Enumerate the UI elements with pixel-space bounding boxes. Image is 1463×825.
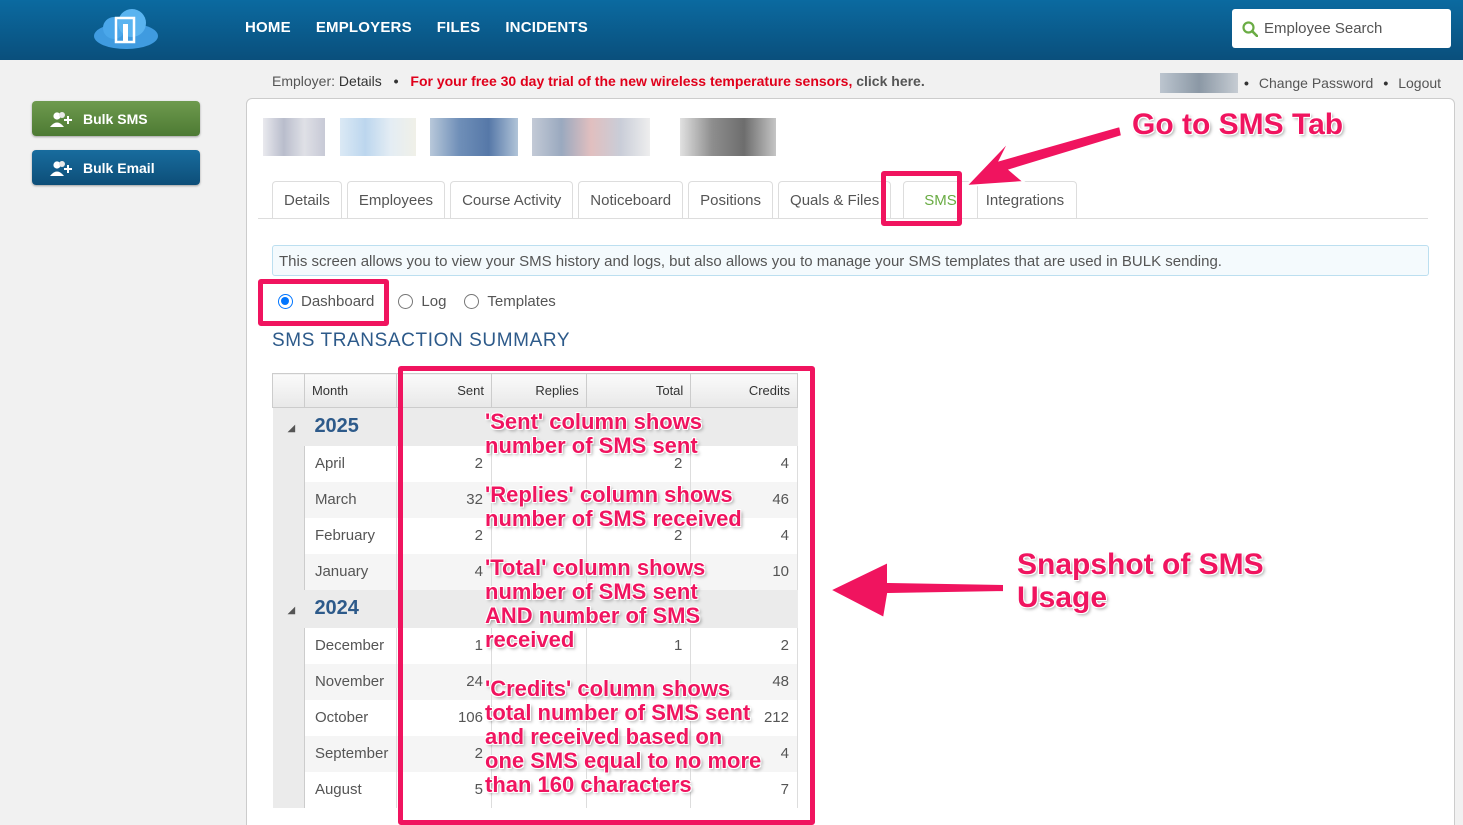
nav-home[interactable]: HOME (245, 19, 291, 36)
sms-info-notice: This screen allows you to view your SMS … (272, 245, 1429, 276)
separator-dot: • (1244, 75, 1249, 91)
annotation-total: 'Total' column shows number of SMS sent … (485, 556, 705, 652)
blurred-employer-info (430, 118, 518, 156)
employer-breadcrumb: Details (338, 73, 382, 89)
add-users-icon (50, 111, 72, 127)
month-cell: August (304, 771, 398, 808)
row-gutter (272, 771, 305, 808)
promo-text: For your free 30 day trial of the new wi… (410, 73, 853, 89)
section-title: SMS TRANSACTION SUMMARY (272, 330, 571, 351)
collapse-triangle-icon[interactable]: ◢ (273, 423, 296, 434)
annotation-line: 'Sent' column shows (485, 409, 703, 434)
annotation-line: total number of SMS sent (485, 700, 751, 725)
tab-quals-files[interactable]: Quals & Files (778, 181, 892, 218)
annotation-replies: 'Replies' column shows number of SMS rec… (485, 483, 742, 531)
radio-log-circle[interactable] (398, 294, 414, 309)
annotation-line: than 160 characters (485, 772, 692, 797)
annotation-line: number of SMS sent (485, 433, 698, 458)
annotation-line: Snapshot of SMS (1017, 548, 1264, 581)
account-links: • Change Password • Logout (1160, 73, 1441, 93)
row-gutter (272, 517, 305, 554)
arrow-to-sms-tab-icon (963, 124, 1124, 188)
bulk-email-button[interactable]: Bulk Email (32, 150, 200, 185)
annotation-line: Usage (1017, 581, 1108, 614)
tab-positions[interactable]: Positions (688, 181, 774, 218)
arrow-to-table-icon (827, 560, 1005, 620)
promo-link[interactable]: click here. (856, 73, 925, 89)
month-cell: October (304, 699, 398, 736)
bulk-sms-button[interactable]: Bulk SMS (32, 101, 200, 136)
radio-templates-circle[interactable] (464, 294, 480, 309)
blurred-employer-info (263, 118, 325, 156)
search-icon (1242, 20, 1258, 37)
add-users-icon (50, 160, 72, 176)
cloud-logo-icon[interactable] (92, 8, 160, 50)
employer-label: Employer: (272, 73, 336, 89)
row-gutter (272, 663, 305, 700)
tab-course-activity[interactable]: Course Activity (450, 181, 574, 218)
month-cell: February (304, 517, 398, 554)
change-password-link[interactable]: Change Password (1259, 75, 1373, 91)
collapse-triangle-icon[interactable]: ◢ (273, 605, 296, 616)
annotation-sent: 'Sent' column shows number of SMS sent (485, 410, 702, 458)
user-avatar-blurred (1160, 73, 1238, 93)
year-label: 2024 (314, 597, 359, 619)
radio-templates[interactable]: Templates (464, 293, 556, 310)
group-header (272, 373, 305, 408)
month-cell: January (304, 553, 398, 590)
employee-search-box[interactable] (1232, 9, 1451, 48)
nav-files[interactable]: FILES (437, 19, 481, 36)
month-cell: April (304, 445, 398, 482)
dashboard-highlight-box (258, 279, 389, 326)
bulk-email-label: Bulk Email (83, 159, 155, 176)
blurred-employer-info (680, 118, 776, 156)
annotation-line: 'Total' column shows (485, 555, 706, 580)
row-gutter (272, 481, 305, 518)
blurred-employer-info (532, 118, 650, 156)
separator-dot: • (393, 73, 399, 89)
annotation-line: received (485, 627, 575, 652)
tab-underline (258, 218, 1428, 219)
annotation-line: 'Credits' column shows (485, 676, 731, 701)
top-navbar: HOME EMPLOYERS FILES INCIDENTS (0, 0, 1463, 60)
month-cell: September (304, 735, 398, 772)
row-gutter (272, 735, 305, 772)
tab-noticeboard[interactable]: Noticeboard (578, 181, 684, 218)
month-cell: December (304, 627, 398, 664)
month-cell: November (304, 663, 398, 700)
collapse-toggle[interactable]: ◢ (272, 407, 305, 446)
annotation-line: 'Replies' column shows (485, 482, 733, 507)
row-gutter (272, 553, 305, 590)
main-nav: HOME EMPLOYERS FILES INCIDENTS (245, 19, 588, 36)
radio-templates-label: Templates (487, 293, 556, 310)
info-bar: Employer: Details • For your free 30 day… (272, 73, 925, 89)
nav-employers[interactable]: EMPLOYERS (316, 19, 412, 36)
annotation-line: one SMS equal to no more (485, 748, 762, 773)
annotation-go-to-sms: Go to SMS Tab (1132, 108, 1344, 141)
annotation-credits: 'Credits' column shows total number of S… (485, 677, 761, 797)
radio-log-label: Log (421, 293, 447, 310)
tab-employees[interactable]: Employees (346, 181, 446, 218)
radio-log[interactable]: Log (398, 293, 446, 310)
annotation-line: and received based on (485, 724, 723, 749)
row-gutter (272, 445, 305, 482)
annotation-line: number of SMS sent (485, 579, 698, 604)
collapse-toggle[interactable]: ◢ (272, 589, 305, 628)
year-label: 2025 (314, 415, 359, 438)
separator-dot: • (1383, 75, 1389, 91)
sms-tab-highlight-box (881, 171, 962, 226)
employee-search-input[interactable] (1264, 20, 1444, 37)
annotation-line: AND number of SMS (485, 603, 701, 628)
annotation-line: number of SMS received (485, 506, 742, 531)
month-cell: March (304, 481, 398, 518)
blurred-employer-info (340, 118, 416, 156)
tab-details[interactable]: Details (272, 181, 342, 218)
bulk-sms-label: Bulk SMS (83, 110, 148, 127)
annotation-snapshot: Snapshot of SMS Usage (1017, 548, 1264, 614)
row-gutter (272, 699, 305, 736)
nav-incidents[interactable]: INCIDENTS (505, 19, 588, 36)
logout-link[interactable]: Logout (1398, 75, 1441, 91)
col-month[interactable]: Month (303, 373, 398, 408)
row-gutter (272, 627, 305, 664)
